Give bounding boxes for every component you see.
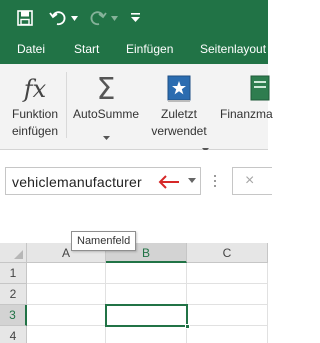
name-box[interactable]: vehiclemanufacturer — [5, 167, 201, 195]
function-icon: fx — [23, 75, 47, 103]
ribbon-tabs: Datei Start Einfügen Seitenlayout — [0, 36, 268, 64]
financial-icon — [218, 72, 278, 106]
fill-handle[interactable] — [185, 324, 190, 329]
cancel-icon[interactable]: × — [245, 172, 254, 190]
undo-icon[interactable] — [48, 0, 68, 36]
cell-b1[interactable] — [106, 263, 187, 284]
tab-seitenlayout[interactable]: Seitenlayout — [200, 36, 266, 64]
name-box-value: vehiclemanufacturer — [12, 174, 142, 190]
select-all-button[interactable] — [0, 243, 27, 263]
recently-used-label-2: verwendet — [151, 124, 207, 138]
recently-used-button[interactable]: Zuletzt verwendet — [144, 72, 214, 140]
insert-function-button[interactable]: fx Funktion einfügen — [8, 72, 62, 140]
row-header-4[interactable]: 4 — [0, 326, 27, 343]
ribbon-divider — [66, 72, 67, 138]
save-icon[interactable] — [14, 0, 36, 36]
quick-access-toolbar — [0, 0, 268, 36]
autosum-label: AutoSumme — [72, 107, 140, 121]
chevron-down-icon — [102, 127, 110, 145]
cell-c3[interactable] — [188, 305, 268, 326]
active-cell-b3[interactable] — [105, 304, 190, 329]
cell-c2[interactable] — [187, 284, 268, 305]
name-box-dropdown-icon[interactable] — [188, 178, 196, 183]
cell-c4[interactable] — [187, 326, 268, 343]
row-header-3[interactable]: 3 — [0, 305, 27, 326]
redo-icon[interactable] — [88, 0, 108, 36]
column-header-c[interactable]: C — [187, 243, 268, 263]
financial-label: Finanzma — [220, 107, 273, 121]
undo-dropdown-icon[interactable] — [69, 0, 79, 36]
autosum-button[interactable]: Σ AutoSumme — [70, 72, 142, 145]
insert-function-label-2: einfügen — [11, 124, 59, 138]
insert-function-label-1: Funktion — [11, 107, 59, 121]
star-book-icon — [167, 72, 191, 106]
select-all-triangle-icon — [14, 250, 23, 259]
recently-used-label-1: Zuletzt — [160, 107, 197, 121]
financial-button[interactable]: Finanzma — [218, 72, 278, 123]
row-header-2[interactable]: 2 — [0, 284, 27, 305]
cell-c1[interactable] — [187, 263, 268, 284]
cell-b2[interactable] — [106, 284, 187, 305]
red-arrow-icon — [158, 175, 179, 189]
redo-dropdown-icon[interactable] — [109, 0, 119, 36]
sigma-icon: Σ — [96, 71, 116, 107]
worksheet-grid: A B C 1 2 3 4 — [0, 243, 268, 343]
cell-a2[interactable] — [27, 284, 106, 305]
cell-a3[interactable] — [27, 305, 106, 326]
row-header-1[interactable]: 1 — [0, 263, 27, 284]
formula-bar-splitter[interactable] — [214, 175, 216, 187]
cell-b4[interactable] — [106, 326, 187, 343]
cell-a1[interactable] — [27, 263, 106, 284]
customize-qat-icon[interactable] — [128, 0, 142, 36]
cell-a4[interactable] — [27, 326, 106, 343]
name-box-tooltip: Namenfeld — [71, 231, 137, 251]
tab-einfuegen[interactable]: Einfügen — [126, 36, 173, 64]
tab-start[interactable]: Start — [74, 36, 99, 64]
ribbon-panel: fx Funktion einfügen Σ AutoSumme Zuletzt… — [0, 64, 273, 152]
formula-bar-area — [0, 150, 268, 240]
tab-datei[interactable]: Datei — [17, 36, 45, 64]
formula-bar-buttons: × — [232, 167, 272, 195]
